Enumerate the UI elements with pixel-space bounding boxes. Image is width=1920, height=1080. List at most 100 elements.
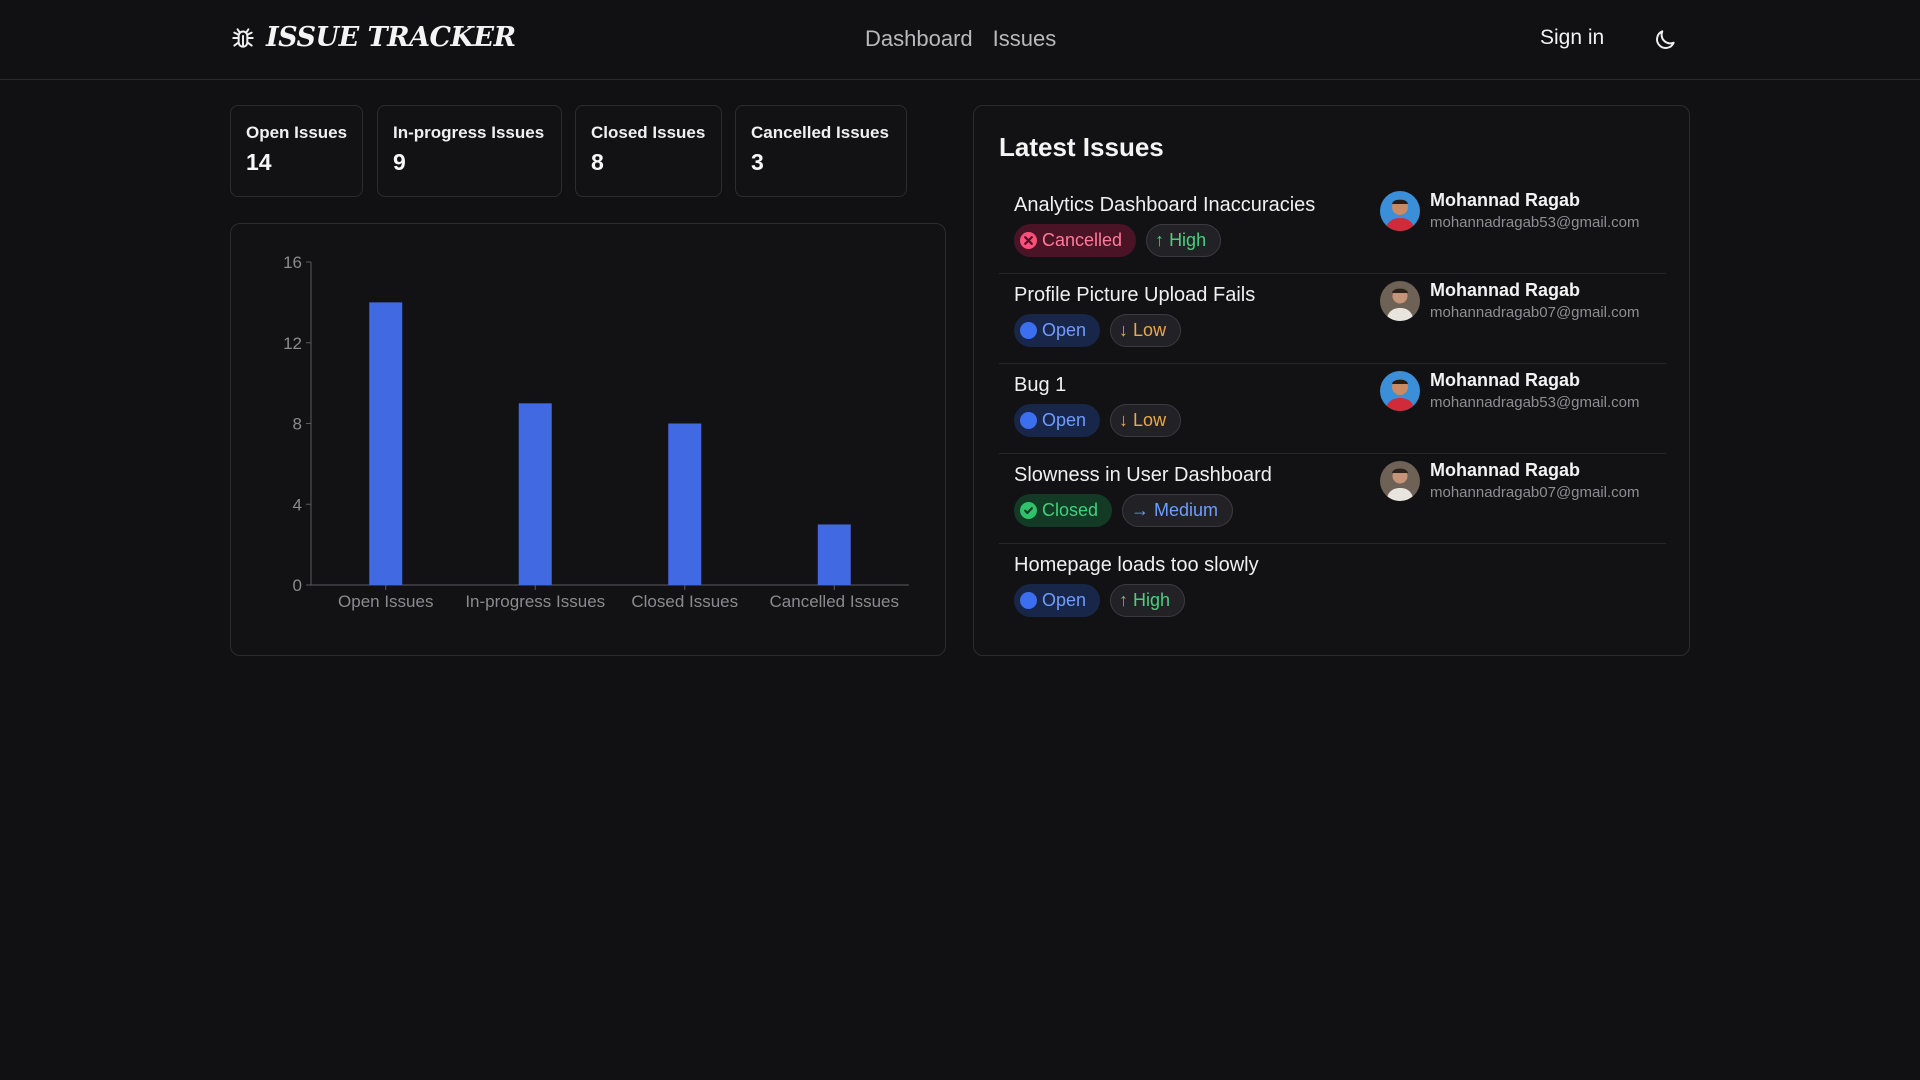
issue-row[interactable]: Analytics Dashboard Inaccuracies Cancell… — [999, 184, 1666, 274]
summary-card-open[interactable]: Open Issues 14 — [230, 105, 363, 197]
issue-row[interactable]: Slowness in User Dashboard Closed → Medi… — [999, 454, 1666, 544]
priority-label: Low — [1133, 410, 1167, 430]
logo[interactable]: ISSUE TRACKER — [230, 22, 516, 53]
assignee-email: mohannadragab53@gmail.com — [1430, 214, 1640, 231]
priority-badge: ↑ High — [1110, 584, 1186, 617]
moon-icon[interactable] — [1652, 27, 1678, 53]
status-badge: Open — [1014, 314, 1101, 347]
status-label: Open — [1042, 590, 1087, 610]
arrow-right-icon: → — [1131, 500, 1150, 520]
priority-badge: → Medium — [1122, 494, 1234, 527]
priority-label: High — [1133, 590, 1171, 610]
summary-label: Cancelled Issues — [751, 123, 889, 142]
bar — [817, 524, 851, 585]
status-label: Closed — [1042, 500, 1099, 520]
assignee-info: Mohannad Ragab mohannadragab53@gmail.com — [1430, 190, 1640, 231]
check-circle-icon — [1020, 502, 1037, 519]
avatar — [1380, 461, 1420, 501]
issue-row[interactable]: Bug 1 Open ↓ Low Mohannad Ragab mohannad… — [999, 364, 1666, 454]
assignee-info: Mohannad Ragab mohannadragab53@gmail.com — [1430, 370, 1640, 411]
priority-badge: ↑ High — [1146, 224, 1222, 257]
status-label: Cancelled — [1042, 230, 1123, 250]
x-tick-label: In-progress Issues — [465, 592, 605, 611]
x-tick-label: Closed Issues — [631, 592, 738, 611]
issue-row[interactable]: Homepage loads too slowly Open ↑ High — [999, 544, 1666, 634]
assignee-name: Mohannad Ragab — [1430, 190, 1581, 210]
issue-badges: Cancelled ↑ High — [1014, 224, 1222, 257]
assignee-email: mohannadragab53@gmail.com — [1430, 394, 1640, 411]
assignee: Mohannad Ragab mohannadragab07@gmail.com — [1380, 280, 1640, 321]
signin-link[interactable]: Sign in — [1540, 26, 1604, 50]
priority-label: Medium — [1154, 500, 1219, 520]
assignee: Mohannad Ragab mohannadragab53@gmail.com — [1380, 370, 1640, 411]
y-tick-label: 0 — [293, 576, 302, 595]
summary-card-closed[interactable]: Closed Issues 8 — [575, 105, 722, 197]
assignee-name: Mohannad Ragab — [1430, 280, 1581, 300]
summary-value: 8 — [591, 149, 604, 175]
status-label: Open — [1042, 410, 1087, 430]
x-tick-label: Open Issues — [338, 592, 433, 611]
issue-title[interactable]: Slowness in User Dashboard — [1014, 464, 1272, 487]
nav-issues[interactable]: Issues — [993, 26, 1057, 52]
top-navbar: ISSUE TRACKER Dashboard Issues Sign in — [0, 0, 1920, 80]
latest-issues-panel: Latest Issues Analytics Dashboard Inaccu… — [973, 105, 1690, 656]
latest-issues-title: Latest Issues — [999, 132, 1164, 162]
avatar — [1380, 281, 1420, 321]
y-tick-label: 16 — [283, 253, 302, 272]
status-label: Open — [1042, 320, 1087, 340]
logo-text: ISSUE TRACKER — [266, 22, 516, 53]
status-badge: Open — [1014, 404, 1101, 437]
issue-title[interactable]: Bug 1 — [1014, 374, 1066, 397]
issue-title[interactable]: Homepage loads too slowly — [1014, 554, 1259, 577]
assignee-name: Mohannad Ragab — [1430, 370, 1581, 390]
status-badge: Closed — [1014, 494, 1113, 527]
summary-value: 9 — [393, 149, 406, 175]
bar — [369, 302, 403, 585]
bug-icon — [232, 27, 254, 48]
priority-badge: ↓ Low — [1110, 314, 1182, 347]
arrow-up-icon: ↑ — [1119, 590, 1129, 610]
assignee: Mohannad Ragab mohannadragab07@gmail.com — [1380, 460, 1640, 501]
issues-bar-chart: 0 4 8 12 16 Open Issues In-progress Issues Clos… — [283, 253, 909, 611]
priority-label: Low — [1133, 320, 1167, 340]
status-badge: Cancelled — [1014, 224, 1137, 257]
summary-label: Open Issues — [246, 123, 348, 142]
arrow-up-icon: ↑ — [1155, 230, 1165, 250]
y-tick-label: 4 — [293, 495, 302, 514]
summary-label: Closed Issues — [591, 123, 706, 142]
priority-label: High — [1169, 230, 1207, 250]
nav-dashboard[interactable]: Dashboard — [865, 26, 973, 52]
summary-value: 14 — [246, 149, 272, 175]
assignee-name: Mohannad Ragab — [1430, 460, 1581, 480]
assignee-info: Mohannad Ragab mohannadragab07@gmail.com — [1430, 280, 1640, 321]
arrow-down-icon: ↓ — [1119, 320, 1129, 340]
summary-card-in-progress[interactable]: In-progress Issues 9 — [377, 105, 562, 197]
summary-card-cancelled[interactable]: Cancelled Issues 3 — [735, 105, 907, 197]
y-tick-label: 12 — [283, 334, 302, 353]
bar — [668, 423, 702, 585]
arrow-down-icon: ↓ — [1119, 410, 1129, 430]
issue-row[interactable]: Profile Picture Upload Fails Open ↓ Low … — [999, 274, 1666, 364]
assignee-info: Mohannad Ragab mohannadragab07@gmail.com — [1430, 460, 1640, 501]
issue-badges: Open ↓ Low — [1014, 404, 1182, 437]
status-badge: Open — [1014, 584, 1101, 617]
x-circle-icon — [1020, 232, 1037, 249]
avatar — [1380, 191, 1420, 231]
issue-badges: Open ↑ High — [1014, 584, 1186, 617]
x-tick-label: Cancelled Issues — [770, 592, 899, 611]
issue-title[interactable]: Profile Picture Upload Fails — [1014, 284, 1255, 307]
dot-icon — [1020, 592, 1037, 609]
summary-label: In-progress Issues — [393, 123, 545, 142]
dot-icon — [1020, 412, 1037, 429]
y-tick-label: 8 — [293, 415, 302, 434]
assignee: Mohannad Ragab mohannadragab53@gmail.com — [1380, 190, 1640, 231]
dot-icon — [1020, 322, 1037, 339]
bar — [518, 403, 552, 585]
issue-badges: Open ↓ Low — [1014, 314, 1182, 347]
summary-value: 3 — [751, 149, 764, 175]
issues-chart-panel: 0 4 8 12 16 Open Issues In-progress Issues Clos… — [230, 223, 946, 656]
main-nav: Dashboard Issues — [865, 26, 1056, 52]
assignee-email: mohannadragab07@gmail.com — [1430, 304, 1640, 321]
issue-badges: Closed → Medium — [1014, 494, 1234, 527]
issue-title[interactable]: Analytics Dashboard Inaccuracies — [1014, 194, 1315, 217]
